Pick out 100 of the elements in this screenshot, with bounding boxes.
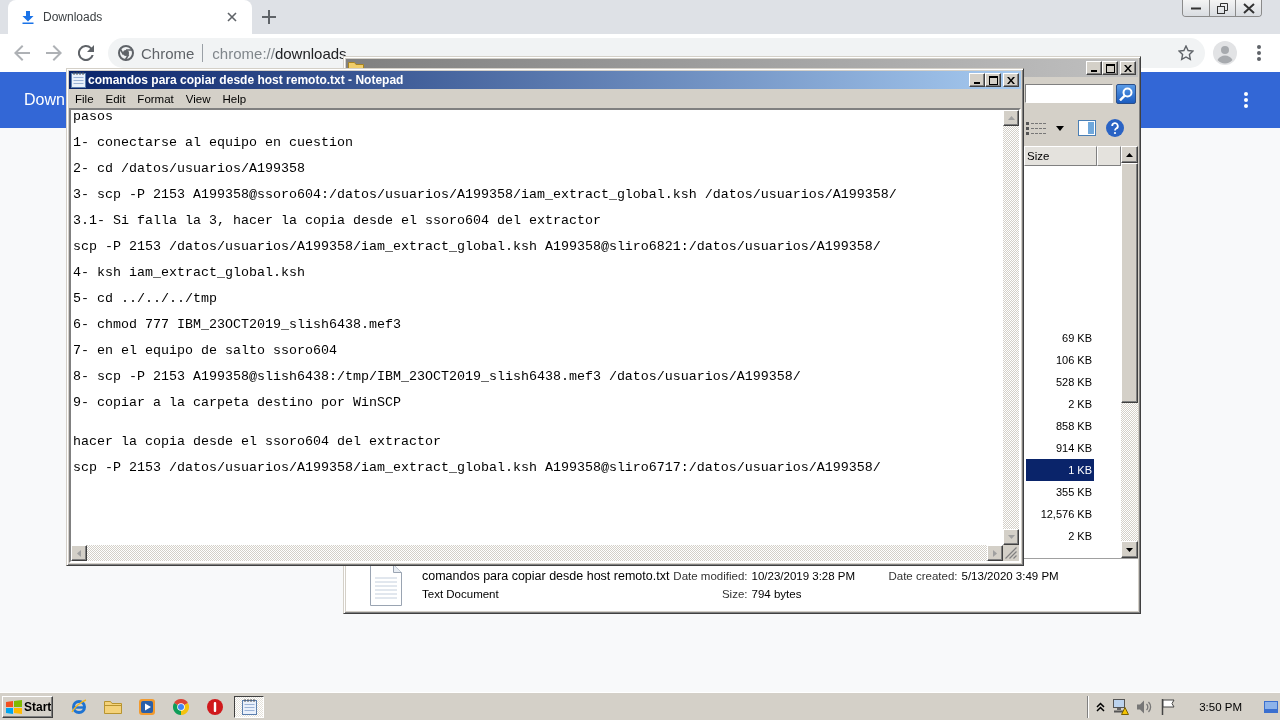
size-cell[interactable]: 1 KB — [1026, 459, 1094, 481]
flag-icon[interactable] — [1161, 698, 1176, 715]
show-desktop-icon[interactable] — [1264, 700, 1278, 713]
text-line: 7- en el equipo de salto ssoro604 — [73, 344, 338, 357]
close-icon — [1124, 64, 1132, 72]
text-line: 2- cd /datos/usuarios/A199358 — [73, 162, 306, 175]
arrow-down-icon — [1126, 547, 1133, 552]
text-line: hacer la copia desde el ssoro604 del extractor — [73, 435, 442, 448]
new-tab-icon[interactable] — [262, 10, 276, 24]
media-player-icon — [139, 698, 155, 715]
property-label: Date created: — [887, 569, 958, 584]
browser-logo-icon — [173, 698, 189, 715]
caret-down-icon[interactable] — [1056, 125, 1064, 131]
bookmark-star-icon[interactable] — [1178, 45, 1194, 61]
size-cell[interactable]: 528 KB — [1026, 371, 1094, 393]
browser-icon — [71, 698, 87, 715]
property-label: Size: — [720, 587, 748, 602]
close-button[interactable] — [1235, 0, 1261, 16]
search-icon — [1119, 86, 1133, 101]
chevron-up-icon[interactable] — [1096, 701, 1106, 712]
notepad-icon — [241, 698, 257, 715]
text-line: scp -P 2153 /datos/usuarios/A199358/iam_extract_global.ksh A199358@sliro6717:/datos/usuarios/A199358/ — [73, 461, 882, 474]
scrollbar-thumb[interactable] — [1121, 163, 1138, 403]
close-icon — [1007, 76, 1015, 84]
clock: 3:50 PM — [1199, 700, 1242, 713]
arrow-up-icon — [1007, 116, 1015, 120]
document-icon — [370, 564, 402, 606]
minimize-button[interactable] — [1183, 0, 1209, 16]
size-cell[interactable]: 69 KB — [1026, 327, 1094, 349]
browser-tab[interactable]: Downloads — [8, 0, 252, 34]
download-icon — [22, 10, 34, 24]
start-logo-icon — [6, 699, 22, 714]
scroll-up-button[interactable] — [1121, 146, 1138, 163]
menu-item[interactable]: View — [179, 92, 217, 105]
maximize-icon — [1105, 63, 1115, 73]
text-line: scp -P 2153 /datos/usuarios/A199358/iam_extract_global.ksh A199358@sliro6821:/datos/usuarios/A199358/ — [73, 240, 882, 253]
vertical-scrollbar[interactable] — [1003, 110, 1019, 545]
menu-icon[interactable] — [1257, 45, 1261, 61]
close-icon[interactable] — [227, 12, 237, 22]
maximize-button[interactable] — [985, 73, 1001, 87]
size-cell[interactable]: 914 KB — [1026, 437, 1094, 459]
scroll-down-button[interactable] — [1121, 541, 1138, 558]
menu-item[interactable]: Format — [131, 92, 180, 105]
alert-disc-icon — [207, 698, 223, 715]
size-cell[interactable]: 106 KB — [1026, 349, 1094, 371]
text-line: 4- ksh iam_extract_global.ksh — [73, 266, 306, 279]
arrow-right-icon — [993, 549, 997, 557]
resize-grip-icon[interactable] — [1003, 545, 1019, 561]
menu-item[interactable]: Help — [216, 92, 253, 105]
menu-item[interactable]: File — [69, 92, 100, 105]
help-icon[interactable] — [1106, 119, 1124, 137]
text-line: 5- cd ../../../tmp — [73, 292, 218, 305]
search-field[interactable] — [1025, 84, 1113, 103]
restore-icon — [1217, 2, 1228, 14]
size-cell[interactable]: 2 KB — [1026, 393, 1094, 415]
text-line: 6- chmod 777 IBM_23OCT2019_slish6438.mef3 — [73, 318, 402, 331]
minimize-icon — [974, 82, 980, 84]
restore-button[interactable] — [1209, 0, 1235, 16]
size-cell[interactable]: 858 KB — [1026, 415, 1094, 437]
file-name: comandos para copiar desde host remoto.txt — [422, 568, 670, 585]
size-cell[interactable]: 12,576 KB — [1026, 503, 1094, 525]
text-line: 1- conectarse al equipo en cuestion — [73, 136, 354, 149]
view-list-icon[interactable] — [1026, 121, 1046, 135]
reload-icon[interactable] — [78, 45, 94, 61]
arrow-down-icon — [1007, 535, 1015, 539]
text-line: pasos — [73, 110, 114, 123]
text-line: 3- scp -P 2153 A199358@ssoro604:/datos/usuarios/A199358/iam_extract_global.ksh /datos/usuarios/A199358/ — [73, 188, 898, 201]
url-text: chrome://downloads — [212, 44, 347, 62]
size-cell[interactable]: 2 KB — [1026, 525, 1094, 547]
scroll-down-button[interactable] — [1003, 529, 1019, 545]
column-header[interactable]: Size — [1024, 146, 1097, 166]
speaker-icon[interactable] — [1137, 699, 1154, 714]
folder-icon — [104, 699, 122, 714]
maximize-icon — [988, 75, 998, 85]
notepad-icon — [71, 72, 86, 88]
network-icon[interactable] — [1113, 698, 1130, 715]
preview-pane-icon[interactable] — [1078, 120, 1096, 136]
text-line: 9- copiar a la carpeta destino por WinSCP — [73, 396, 402, 409]
search-button[interactable] — [1116, 83, 1136, 104]
menu-icon[interactable] — [1244, 92, 1248, 108]
menu-item[interactable]: Edit — [99, 92, 132, 105]
text-line: 3.1- Si falla la 3, hacer la copia desde el ssoro604 del extractor — [73, 214, 602, 227]
browser-logo-icon — [118, 45, 134, 61]
property-value: 5/13/2020 3:49 PM — [961, 569, 1059, 584]
property-label: Date modified: — [673, 569, 748, 584]
vertical-scrollbar[interactable] — [1121, 146, 1138, 558]
horizontal-scrollbar[interactable] — [71, 545, 1003, 561]
window-title: comandos para copiar desde host remoto.txt - Notepad — [88, 73, 404, 87]
arrow-up-icon — [1126, 152, 1133, 157]
scroll-up-button[interactable] — [1003, 110, 1019, 126]
start-button[interactable]: Start — [2, 695, 53, 718]
site-label: Chrome — [141, 44, 195, 62]
minimize-button[interactable] — [969, 73, 985, 87]
property-value: 10/23/2019 3:28 PM — [751, 569, 857, 584]
size-cell[interactable]: 355 KB — [1026, 481, 1094, 503]
scroll-right-button[interactable] — [987, 545, 1003, 561]
file-type: Text Document — [422, 587, 500, 602]
text-line: 8- scp -P 2153 A199358@slish6438:/tmp/IBM_23OCT2019_slish6438.mef3 /datos/usuarios/A199358/ — [73, 370, 802, 383]
scroll-left-button[interactable] — [71, 545, 87, 561]
taskbar-button[interactable] — [234, 695, 264, 718]
